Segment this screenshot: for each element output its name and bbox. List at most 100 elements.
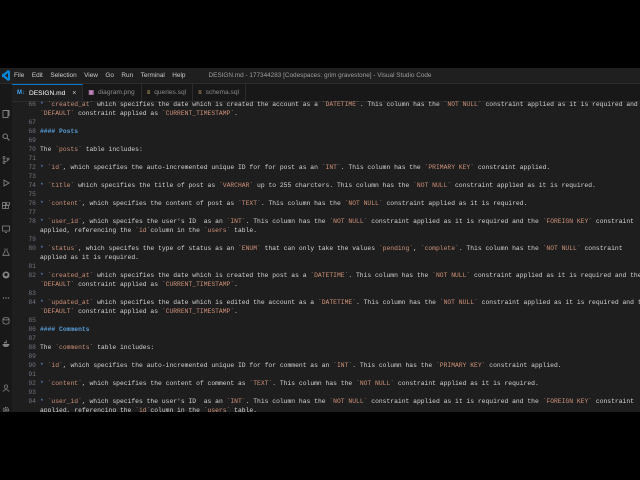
text-run: constraint applied as it is required and… (367, 218, 543, 225)
text-run: up to 255 charcters. This column has the (253, 182, 414, 189)
account-icon[interactable] (2, 384, 10, 392)
inline-code: `id` (135, 227, 151, 234)
inline-code: `INT` (226, 398, 246, 405)
inline-code: `DATETIME` (310, 272, 349, 279)
vscode-window: File Edit Selection View Go Run Terminal Help D… (0, 68, 640, 412)
text-run: . This column has the (359, 101, 444, 108)
inline-code: `NOT NULL` (356, 380, 395, 387)
tab-queries-sql[interactable]: ≡ queries.sql (142, 84, 194, 101)
list-bullet: * (40, 245, 48, 252)
text-run: The (40, 146, 56, 153)
inline-code: `id` (135, 407, 151, 412)
line-number: 68 (28, 128, 36, 135)
text-run: table. (230, 227, 258, 234)
line-number: 77 (28, 209, 36, 216)
tab-design-md[interactable]: M↓ DESIGN.md × (12, 84, 84, 101)
text-run: constraint applied as it is required and… (470, 272, 640, 279)
text-run: . This column has the (340, 164, 425, 171)
editor-area[interactable]: 66 * `created_at` which specifies the dat… (12, 101, 640, 412)
line-number: 86 (28, 326, 36, 333)
inline-code: `NOT NULL` (432, 272, 471, 279)
code-line: `DEFAULT` constraint applied as `CURRENT… (40, 308, 238, 315)
tab-label: DESIGN.md (29, 89, 66, 97)
line-number: 67 (28, 119, 36, 126)
text-run: constraint (580, 245, 623, 252)
text-run: . This column has the (245, 218, 330, 225)
text-run: constraint applied. (474, 164, 551, 171)
text-run: . This column has the (348, 272, 433, 279)
close-icon[interactable]: × (72, 90, 76, 97)
text-run: which specifies the date which is edited… (93, 299, 318, 306)
tab-diagram-png[interactable]: ▣ diagram.png (83, 84, 142, 101)
source-control-icon[interactable] (2, 156, 10, 164)
code-line: * `created_at` which specifies the date … (40, 101, 640, 108)
code-line: * `user_id`, which specifes the user's I… (40, 218, 634, 225)
text-run: The (40, 344, 56, 351)
inline-code: `content` (47, 200, 82, 207)
remote-explorer-icon[interactable] (2, 225, 10, 233)
text-run: constraint (592, 218, 634, 225)
extensions-icon[interactable] (2, 202, 10, 210)
list-bullet: * (40, 299, 48, 306)
settings-gear-icon[interactable] (2, 406, 10, 412)
line-number: 85 (28, 317, 36, 324)
list-bullet: * (40, 164, 48, 171)
inline-code: `NOT NULL` (413, 182, 452, 189)
inline-code: `DATETIME` (321, 101, 360, 108)
inline-code: `NOT NULL` (344, 200, 383, 207)
line-number: 73 (28, 173, 36, 180)
run-debug-icon[interactable] (2, 179, 10, 187)
inline-code: `DEFAULT` (40, 110, 75, 117)
file-type-icon: ≡ (198, 89, 202, 96)
text-run: table includes: (93, 344, 155, 351)
bottom-letterbox (0, 412, 640, 480)
inline-code: `NOT NULL` (329, 398, 368, 405)
text-run: constraint applied as it is required and… (367, 398, 543, 405)
tab-schema-sql[interactable]: ≡ schema.sql (193, 84, 246, 101)
markdown-heading: #### Comments (40, 326, 90, 333)
window-title: DESIGN.md - 177344283 [Codespaces: grim … (208, 72, 432, 79)
code-line: * `id`, which specifies the auto-increme… (40, 164, 550, 171)
list-bullet: * (40, 200, 48, 207)
text-run: , which specifes the user's ID as an (81, 218, 227, 225)
testing-icon[interactable] (2, 248, 10, 256)
database-icon[interactable] (2, 317, 10, 325)
inline-code: `id` (47, 164, 63, 171)
code-line: `DEFAULT` constraint applied as `CURRENT… (40, 281, 238, 288)
title-bar: File Edit Selection View Go Run Terminal Help D… (0, 68, 640, 84)
search-icon[interactable] (2, 133, 10, 141)
text-run: . This column has the (260, 200, 345, 207)
text-run: column in the (150, 227, 204, 234)
text-run: constraint (592, 398, 634, 405)
text-run: , which specifes the user's ID as an (81, 398, 227, 405)
text-run: which specifies the date which is create… (93, 101, 322, 108)
text-run: constraint applied. (485, 362, 562, 369)
inline-code: `users` (203, 407, 231, 412)
line-number: 88 (28, 344, 36, 351)
text-run: . This column has the (352, 362, 436, 369)
line-number: 71 (28, 155, 36, 162)
line-number: 84 (28, 299, 36, 306)
explorer-icon[interactable] (2, 110, 10, 118)
inline-code: `CURRENT_TIMESTAMP` (161, 308, 235, 315)
list-bullet: * (40, 380, 48, 387)
inline-code: `INT` (226, 218, 246, 225)
line-number: 66 (28, 101, 36, 108)
ellipsis-icon[interactable] (2, 294, 10, 302)
text-run: , which specifes the type of status as a… (78, 245, 238, 252)
text-run: , which specifies the content of comment… (81, 380, 250, 387)
text-run: . This column has the (356, 299, 440, 306)
line-number: 87 (28, 335, 36, 342)
code-line: * `id`, which specifies the auto-increme… (40, 362, 562, 369)
tab-label: schema.sql (205, 89, 239, 96)
markdown-heading: #### Posts (40, 128, 79, 135)
inline-code: `INT` (321, 164, 341, 171)
inline-code: `id` (47, 362, 63, 369)
docker-icon[interactable] (2, 340, 10, 348)
line-number: 75 (28, 191, 36, 198)
inline-code: `comments` (55, 344, 94, 351)
list-bullet: * (40, 218, 48, 225)
tab-label: queries.sql (154, 89, 187, 96)
inline-code: `users` (203, 227, 231, 234)
github-icon[interactable] (2, 271, 10, 279)
